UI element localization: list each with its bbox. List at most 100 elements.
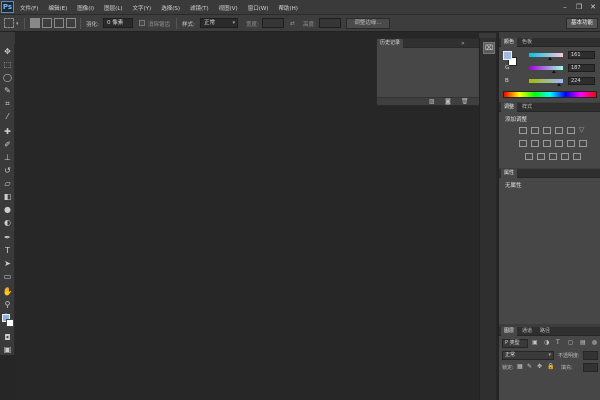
color-lookup-icon[interactable] bbox=[579, 140, 587, 147]
hand-tool-icon[interactable]: ✋ bbox=[2, 286, 13, 297]
menu-edit[interactable]: 编辑(E) bbox=[48, 4, 67, 12]
photo-filter-icon[interactable] bbox=[555, 140, 563, 147]
tab-styles[interactable]: 样式 bbox=[519, 103, 535, 112]
color-balance-icon[interactable] bbox=[531, 140, 539, 147]
trash-icon[interactable]: 🗑 bbox=[461, 98, 469, 106]
restore-button[interactable]: ❐ bbox=[574, 3, 584, 12]
feather-input[interactable]: 0 像素 bbox=[103, 18, 133, 28]
blend-mode-select[interactable]: 正常 ▾ bbox=[502, 351, 554, 360]
menu-type[interactable]: 文字(Y) bbox=[133, 4, 152, 12]
adjustment-filter-icon[interactable]: ◑ bbox=[544, 339, 549, 346]
tab-channels[interactable]: 通道 bbox=[519, 327, 535, 336]
color-spectrum-bar[interactable] bbox=[503, 91, 597, 98]
clone-stamp-tool-icon[interactable]: ⊥ bbox=[2, 152, 13, 163]
selective-color-icon[interactable] bbox=[561, 153, 569, 160]
menu-layer[interactable]: 图层(L) bbox=[104, 4, 122, 12]
pixel-filter-icon[interactable]: ▣ bbox=[532, 339, 538, 346]
gradient-tool-icon[interactable]: ◧ bbox=[2, 191, 13, 202]
type-tool-icon[interactable]: T bbox=[2, 245, 13, 256]
eraser-tool-icon[interactable]: ▱ bbox=[2, 178, 13, 189]
collapse-panel-icon[interactable]: » bbox=[461, 39, 465, 48]
subtract-from-selection-icon[interactable] bbox=[54, 18, 64, 28]
new-document-from-state-icon[interactable]: ▨ bbox=[429, 98, 435, 106]
screen-mode-icon[interactable]: ▣ bbox=[2, 344, 13, 355]
path-selection-tool-icon[interactable]: ➤ bbox=[2, 258, 13, 269]
channel-mixer-icon[interactable] bbox=[567, 140, 575, 147]
tab-adjustments[interactable]: 调整 bbox=[501, 103, 518, 112]
smart-object-filter-icon[interactable]: ▤ bbox=[580, 339, 586, 346]
pen-tool-icon[interactable]: ✒ bbox=[2, 232, 13, 243]
red-slider-thumb[interactable] bbox=[548, 57, 553, 60]
lock-position-icon[interactable]: ✥ bbox=[537, 363, 542, 370]
quick-select-tool-icon[interactable]: ✎ bbox=[2, 85, 13, 96]
tab-paths[interactable]: 路径 bbox=[537, 327, 553, 336]
gradient-map-adjust-icon[interactable] bbox=[573, 153, 581, 160]
invert-icon[interactable] bbox=[525, 153, 533, 160]
menu-file[interactable]: 文件(F) bbox=[20, 4, 38, 12]
lasso-tool-icon[interactable]: ◯ bbox=[2, 72, 13, 83]
fill-input[interactable] bbox=[583, 363, 598, 372]
lock-image-icon[interactable]: ✎ bbox=[527, 363, 532, 370]
marquee-tool-preset-icon[interactable] bbox=[4, 18, 14, 28]
intersect-selection-icon[interactable] bbox=[66, 18, 76, 28]
lock-transparent-icon[interactable]: ▦ bbox=[517, 363, 523, 370]
levels-icon[interactable] bbox=[531, 127, 539, 134]
menu-help[interactable]: 帮助(H) bbox=[278, 4, 297, 12]
history-brush-tool-icon[interactable]: ↺ bbox=[2, 165, 13, 176]
blue-slider-thumb[interactable] bbox=[556, 83, 561, 86]
swap-icon[interactable]: ⇄ bbox=[290, 20, 295, 27]
lock-all-icon[interactable]: 🔒 bbox=[547, 363, 554, 370]
antialias-checkbox[interactable] bbox=[139, 20, 145, 26]
quick-mask-icon[interactable]: ◘ bbox=[2, 332, 13, 343]
hue-saturation-icon[interactable] bbox=[519, 140, 527, 147]
eyedropper-tool-icon[interactable]: ⁄ bbox=[2, 111, 13, 122]
tab-layers[interactable]: 图层 bbox=[501, 327, 518, 336]
green-slider[interactable] bbox=[529, 66, 563, 70]
green-slider-thumb[interactable] bbox=[551, 70, 556, 73]
filter-toggle-icon[interactable] bbox=[592, 340, 597, 345]
brush-tool-icon[interactable]: ✐ bbox=[2, 139, 13, 150]
marquee-tool-icon[interactable]: ⬚ bbox=[2, 59, 13, 70]
width-input[interactable] bbox=[262, 18, 284, 28]
red-slider[interactable] bbox=[529, 53, 563, 57]
vibrance-icon[interactable] bbox=[567, 127, 575, 134]
add-to-selection-icon[interactable] bbox=[42, 18, 52, 28]
new-selection-icon[interactable] bbox=[30, 18, 40, 28]
posterize-icon[interactable] bbox=[537, 153, 545, 160]
history-panel-icon[interactable]: ⌧ bbox=[483, 42, 495, 54]
curves-icon[interactable] bbox=[543, 127, 551, 134]
camera-icon[interactable]: ◙ bbox=[445, 98, 451, 106]
layer-kind-filter[interactable]: P 类型 bbox=[502, 339, 528, 348]
zoom-tool-icon[interactable]: ⚲ bbox=[2, 299, 13, 310]
type-filter-icon[interactable]: T bbox=[556, 339, 560, 346]
green-value[interactable]: 187 bbox=[568, 64, 595, 72]
brightness-contrast-icon[interactable] bbox=[519, 127, 527, 134]
background-color-swatch[interactable] bbox=[6, 319, 14, 327]
blue-value[interactable]: 224 bbox=[568, 77, 595, 85]
menu-window[interactable]: 窗口(W) bbox=[248, 4, 269, 12]
close-button[interactable]: ✕ bbox=[588, 3, 598, 12]
menu-select[interactable]: 选择(S) bbox=[161, 4, 180, 12]
threshold-icon[interactable] bbox=[549, 153, 557, 160]
style-select[interactable]: 正常 ▾ bbox=[200, 18, 238, 28]
shape-filter-icon[interactable]: ◻ bbox=[568, 339, 573, 346]
color-panel-foreground-swatch[interactable] bbox=[503, 51, 512, 60]
minimize-button[interactable]: – bbox=[560, 3, 570, 12]
black-white-icon[interactable] bbox=[543, 140, 551, 147]
dodge-tool-icon[interactable]: ◐ bbox=[2, 217, 13, 228]
tab-properties[interactable]: 属性 bbox=[501, 169, 518, 178]
gradient-map-icon[interactable]: ▽ bbox=[579, 126, 584, 134]
exposure-icon[interactable] bbox=[555, 127, 563, 134]
blur-tool-icon[interactable]: ● bbox=[2, 204, 13, 215]
menu-view[interactable]: 视图(V) bbox=[219, 4, 238, 12]
chevron-down-icon[interactable]: ▾ bbox=[16, 21, 19, 27]
healing-brush-tool-icon[interactable]: ✚ bbox=[2, 126, 13, 137]
tab-color[interactable]: 颜色 bbox=[501, 38, 518, 47]
menu-filter[interactable]: 滤镜(T) bbox=[190, 4, 209, 12]
height-input[interactable] bbox=[319, 18, 341, 28]
opacity-input[interactable] bbox=[583, 351, 598, 360]
move-tool-icon[interactable]: ✥ bbox=[2, 46, 13, 57]
rectangle-tool-icon[interactable]: ▭ bbox=[2, 271, 13, 282]
tab-swatches[interactable]: 色板 bbox=[519, 38, 535, 47]
red-value[interactable]: 161 bbox=[568, 51, 595, 59]
